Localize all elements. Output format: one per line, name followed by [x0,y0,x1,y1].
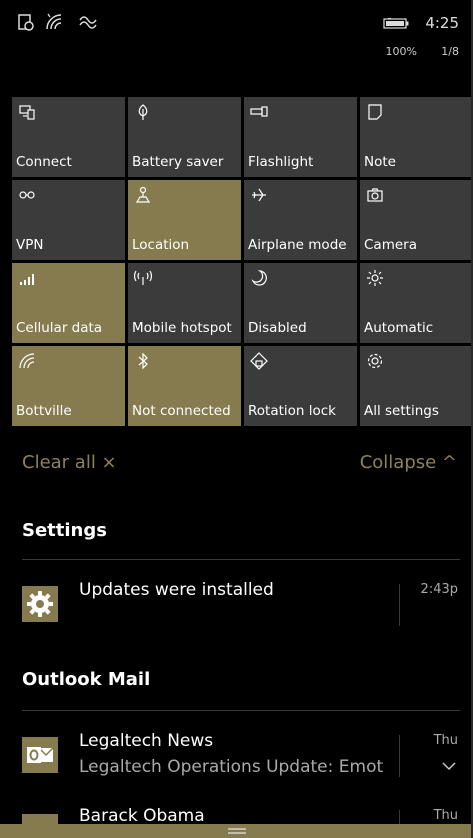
tile-all-settings[interactable]: All settings [360,346,471,426]
location-icon [135,186,151,203]
page-indicator: 1/8 [441,45,459,58]
tile-label: Airplane mode [248,237,347,253]
tile-label: Disabled [248,320,307,336]
settings-group-title[interactable]: Settings [22,520,107,541]
notification-time: Thu [433,808,458,823]
tile-label: Rotation lock [248,403,337,419]
tile-label: Camera [364,237,417,253]
outlook-group-title[interactable]: Outlook Mail [22,669,150,690]
tile-label: Connect [16,154,72,170]
tile-connect[interactable]: Connect [12,97,125,177]
outlook-app-icon [22,737,58,773]
gear-icon [27,591,53,617]
tile-automatic[interactable]: Automatic [360,263,471,343]
tile-airplane-mode[interactable]: Airplane mode [244,180,357,260]
tile-camera[interactable]: Camera [360,180,471,260]
divider [22,710,460,711]
brightness-icon [367,270,383,286]
tile-label: Note [364,154,396,170]
divider [22,559,460,560]
notification-legaltech[interactable]: Legaltech News Legaltech Operations Upda… [22,731,460,781]
cellular-icon [20,274,34,285]
clock: 4:25 [425,14,459,32]
screen-rotation-icon [18,14,34,31]
chevron-down-icon[interactable] [442,761,456,771]
separator [399,584,400,626]
status-bar: 4:25 100% 1/8 [0,0,471,80]
battery-saver-icon [138,104,148,120]
tile-note[interactable]: Note [360,97,471,177]
airplane-icon [252,188,266,202]
settings-icon [367,353,383,369]
camera-icon [367,188,383,202]
battery-icon [383,18,409,29]
tile-vpn[interactable]: VPN [12,180,125,260]
rotation-lock-icon [250,352,268,370]
tile-label: Automatic [364,320,434,336]
action-center: 4:25 100% 1/8 Connect Battery saver Flashl… [0,0,473,838]
separator [399,735,400,777]
drag-handle[interactable] [0,824,471,838]
wifi-icon [19,353,35,369]
tile-label: Flashlight [248,154,314,170]
notification-time: Thu [433,733,458,748]
tile-flashlight[interactable]: Flashlight [244,97,357,177]
moon-icon [251,270,267,286]
tile-mobile-hotspot[interactable]: Mobile hotspot [128,263,241,343]
tile-label: Bottville [16,403,72,419]
hotspot-icon [134,270,152,285]
tile-label: Mobile hotspot [132,320,232,336]
tile-not-connected[interactable]: Not connected [128,346,241,426]
tile-rotation-lock[interactable]: Rotation lock [244,346,357,426]
tile-label: Battery saver [132,154,224,170]
outlook-icon [27,747,54,763]
vibrate-icon [79,16,97,29]
collapse-button[interactable]: Collapse ^ [360,452,457,473]
flashlight-icon [250,106,268,117]
notification-updates[interactable]: Updates were installed 2:43p [22,580,460,630]
connect-icon [19,105,35,120]
grip-icon [228,828,246,834]
settings-app-icon [22,586,58,622]
tile-battery-saver[interactable]: Battery saver [128,97,241,177]
tile-label: Cellular data [16,320,103,336]
notification-title: Legaltech News [79,731,214,751]
notification-title: Barack Obama [79,806,205,826]
bluetooth-icon [138,352,148,370]
tile-label: Not connected [132,403,231,419]
wifi-signal-icon [46,13,62,30]
tile-bottville[interactable]: Bottville [12,346,125,426]
clear-all-button[interactable]: Clear all × [22,452,117,473]
battery-percent: 100% [385,45,417,58]
tile-label: All settings [364,403,439,419]
tile-disabled[interactable]: Disabled [244,263,357,343]
notification-time: 2:43p [420,582,458,597]
tile-label: VPN [16,237,44,253]
notification-body: Legaltech Operations Update: Emot [79,757,384,777]
tile-cellular-data[interactable]: Cellular data [12,263,125,343]
tile-location[interactable]: Location [128,180,241,260]
tile-label: Location [132,237,190,253]
vpn-icon [19,191,35,199]
note-icon [368,104,382,120]
notification-title: Updates were installed [79,580,274,600]
